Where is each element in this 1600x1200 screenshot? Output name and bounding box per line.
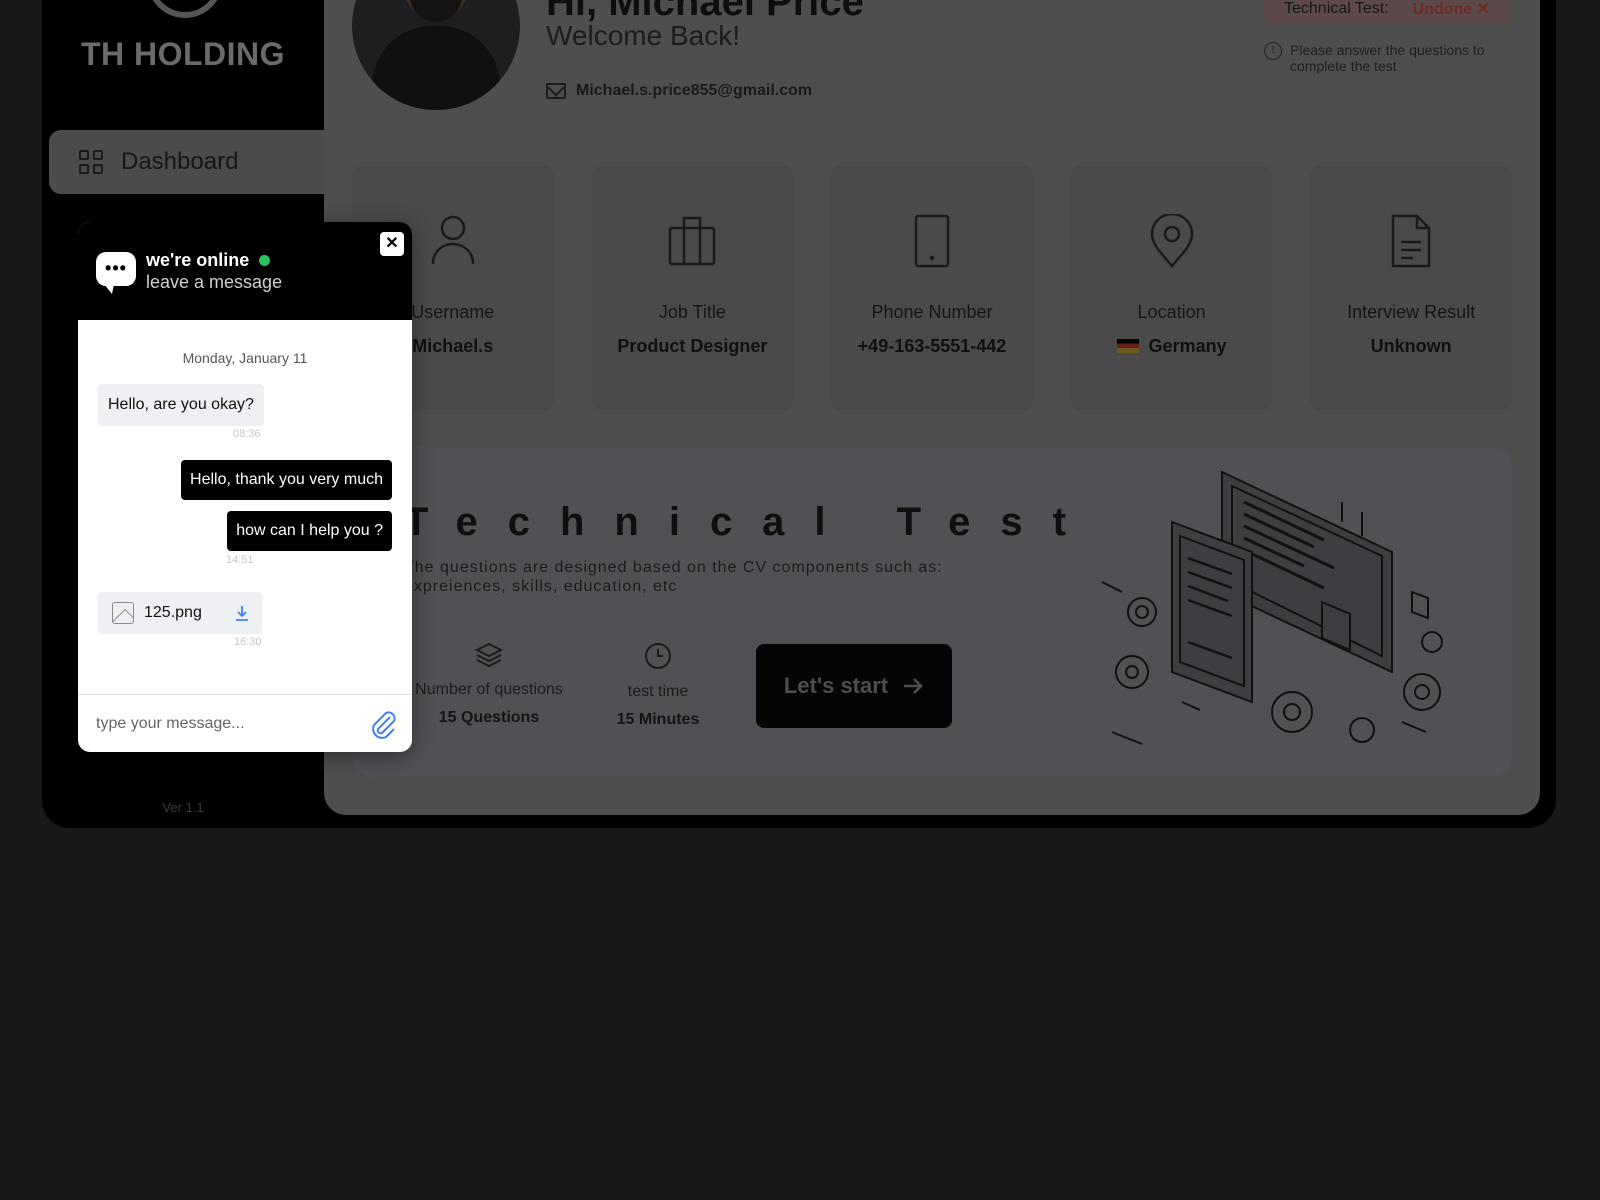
test-status-value: Undone ✕ bbox=[1412, 1, 1491, 18]
time-stat: test time 15 Minutes bbox=[598, 642, 718, 729]
main-content: Hi, Michael Price Welcome Back! Michael.… bbox=[324, 0, 1540, 815]
test-note: ! Please answer the questions to complet… bbox=[1264, 42, 1514, 74]
card-interview-result: Interview Result Unknown bbox=[1310, 166, 1512, 410]
technical-test-description: The questions are designed based on the … bbox=[404, 559, 943, 595]
test-note-text: Please answer the questions to complete … bbox=[1290, 42, 1485, 74]
document-icon bbox=[1391, 214, 1431, 268]
chat-status-text: we're online bbox=[146, 250, 250, 270]
chat-subtitle: leave a message bbox=[146, 272, 283, 292]
location-pin-icon bbox=[1150, 214, 1193, 268]
phone-icon bbox=[914, 214, 950, 268]
card-value: Product Designer bbox=[617, 336, 768, 356]
start-test-label: Let's start bbox=[783, 673, 889, 698]
time-value: 15 Minutes bbox=[616, 711, 700, 728]
message-time: 08:36 bbox=[233, 428, 261, 440]
germany-flag-icon bbox=[1116, 339, 1139, 353]
welcome-text: Welcome Back! bbox=[546, 20, 740, 51]
file-attachment[interactable]: 125.png bbox=[98, 592, 262, 634]
mail-icon bbox=[546, 83, 566, 99]
card-value: Germany bbox=[1071, 336, 1273, 357]
message-time: 14:51 bbox=[226, 554, 254, 566]
layers-icon bbox=[474, 642, 504, 668]
avatar bbox=[352, 0, 520, 110]
questions-label: Number of questions bbox=[415, 681, 563, 698]
profile-cards: Username Michael.s Job Title Product Des… bbox=[352, 166, 1512, 410]
email-row: Michael.s.price855@gmail.com bbox=[546, 82, 812, 100]
test-status-label: Technical Test: bbox=[1284, 0, 1389, 17]
questions-stat: Number of questions 15 Questions bbox=[404, 642, 574, 727]
briefcase-icon bbox=[669, 216, 716, 266]
location-value: Germany bbox=[1148, 336, 1227, 356]
card-title: Job Title bbox=[658, 302, 726, 322]
card-value: +49-163-5551-442 bbox=[857, 336, 1007, 356]
chat-widget: ••• we're online leave a message ✕ Monda… bbox=[78, 222, 412, 752]
arrow-right-icon bbox=[904, 678, 923, 694]
card-title: Phone Number bbox=[871, 302, 993, 322]
devices-illustration bbox=[1101, 470, 1443, 745]
message-time: 16:30 bbox=[234, 636, 262, 648]
card-title: Interview Result bbox=[1347, 302, 1476, 322]
online-dot-icon bbox=[259, 255, 271, 266]
card-value: Unknown bbox=[1370, 336, 1452, 356]
chat-bubble-icon: ••• bbox=[96, 252, 136, 294]
logo-icon bbox=[147, 0, 223, 18]
chat-header: ••• we're online leave a message ✕ bbox=[78, 222, 412, 320]
chat-message-input[interactable] bbox=[96, 709, 346, 739]
download-icon[interactable] bbox=[234, 604, 250, 622]
paperclip-icon[interactable] bbox=[370, 709, 396, 739]
email-text: Michael.s.price855@gmail.com bbox=[576, 82, 813, 99]
image-file-icon bbox=[112, 602, 134, 624]
time-label: test time bbox=[627, 683, 689, 700]
start-test-button[interactable]: Let's start bbox=[756, 644, 952, 728]
close-chat-button[interactable]: ✕ bbox=[380, 232, 404, 256]
questions-value: 15 Questions bbox=[438, 709, 540, 726]
user-icon bbox=[431, 215, 475, 265]
sidebar-item-dashboard[interactable]: Dashboard bbox=[49, 130, 339, 194]
card-phone: Phone Number +49-163-5551-442 bbox=[831, 166, 1033, 410]
dashboard-grid-icon bbox=[79, 150, 103, 174]
test-status-badge: Technical Test: Undone ✕ bbox=[1264, 0, 1512, 24]
brand-name: TH HOLDING bbox=[80, 36, 286, 72]
technical-test-title: Technical Test bbox=[404, 500, 1096, 544]
technical-test-panel: Technical Test The questions are designe… bbox=[352, 446, 1512, 778]
message-outgoing: Hello, thank you very much bbox=[181, 460, 392, 500]
card-location: Location Germany bbox=[1070, 166, 1273, 410]
message-incoming: Hello, are you okay? bbox=[98, 384, 264, 426]
chat-date: Monday, January 11 bbox=[182, 350, 308, 366]
message-outgoing: how can I help you ? bbox=[227, 511, 392, 551]
file-name: 125.png bbox=[144, 604, 202, 621]
chat-input-bar bbox=[78, 694, 412, 752]
version-label: Ver 1.1 bbox=[162, 800, 204, 815]
clock-icon bbox=[645, 643, 671, 669]
info-icon: ! bbox=[1264, 42, 1282, 60]
card-job-title: Job Title Product Designer bbox=[591, 166, 794, 410]
sidebar-item-label: Dashboard bbox=[121, 148, 239, 175]
chat-online-status: we're online bbox=[146, 250, 271, 271]
card-title: Location bbox=[1137, 302, 1206, 322]
